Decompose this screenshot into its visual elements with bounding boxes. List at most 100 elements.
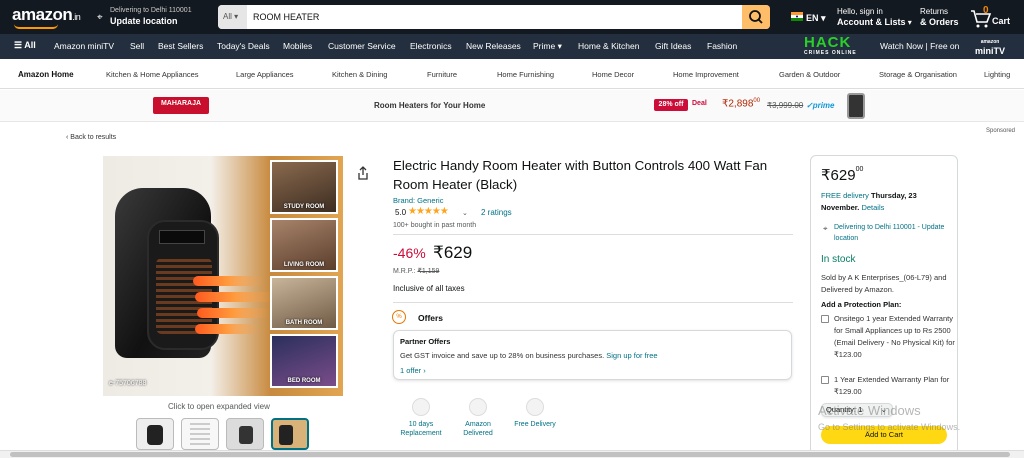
- hack-promo-logo[interactable]: HACK CRIMES ONLINE: [804, 35, 857, 56]
- partner-offers-text: Get GST invoice and save up to 28% on bu…: [400, 351, 658, 360]
- bought-count: 100+ bought in past month: [393, 222, 477, 229]
- category-subnav: Amazon Home Kitchen & Home Appliances La…: [0, 59, 1024, 89]
- nav-item-mobiles[interactable]: Mobiles: [283, 41, 312, 51]
- deliver-to[interactable]: Delivering to Delhi 110001 Update locati…: [110, 6, 192, 26]
- subnav-home-furnishing[interactable]: Home Furnishing: [497, 70, 554, 79]
- all-menu-button[interactable]: ☰ All: [14, 40, 36, 51]
- brand-link[interactable]: Brand: Generic: [393, 196, 443, 205]
- sponsored-banner[interactable]: MAHARAJA Room Heaters for Your Home 28% …: [0, 90, 1024, 122]
- truck-icon: [469, 398, 487, 416]
- nav-item-home-kitchen[interactable]: Home & Kitchen: [578, 41, 639, 51]
- account-lists[interactable]: Hello, sign in Account & Lists ▾: [837, 7, 912, 28]
- divider: [393, 234, 793, 235]
- cart-count: 0: [983, 5, 989, 16]
- signup-link[interactable]: Sign up for free: [606, 351, 657, 360]
- language-selector[interactable]: EN ▾: [806, 13, 826, 24]
- mrp-value: ₹1,159: [417, 268, 440, 275]
- thumbnail[interactable]: [226, 418, 264, 450]
- subnav-home-improvement[interactable]: Home Improvement: [673, 70, 739, 79]
- checkbox[interactable]: [821, 315, 829, 323]
- thumbnail[interactable]: [136, 418, 174, 450]
- room-label: BATH ROOM: [285, 320, 323, 326]
- thumbnail-selected[interactable]: [271, 418, 309, 450]
- search-input[interactable]: [247, 5, 742, 29]
- nav-item-fashion[interactable]: Fashion: [707, 41, 737, 51]
- returns-label: Returns: [920, 7, 949, 16]
- activate-subtitle: Go to Settings to activate Windows.: [818, 422, 961, 432]
- delivery-location-link[interactable]: ⌖ Delivering to Delhi 110001 - Update loc…: [823, 222, 953, 244]
- rating-value: 5.0: [395, 208, 407, 217]
- search-bar: All ▾: [218, 5, 770, 29]
- banner-product-image[interactable]: [847, 93, 865, 119]
- feature-amazon-delivered[interactable]: Amazon Delivered: [448, 398, 508, 438]
- details-link[interactable]: Details: [861, 203, 884, 212]
- subnav-lighting[interactable]: Lighting: [984, 70, 1010, 79]
- partner-offers-title: Partner Offers: [400, 337, 451, 346]
- search-category-select[interactable]: All ▾: [218, 5, 247, 29]
- subnav-garden-outdoor[interactable]: Garden & Outdoor: [779, 70, 840, 79]
- feature-replacement[interactable]: 10 days Replacement: [391, 398, 451, 438]
- nav-item-new-releases[interactable]: New Releases: [466, 41, 521, 51]
- product-main-image[interactable]: STUDY ROOM LIVING ROOM BATH ROOM BED ROO…: [103, 156, 343, 396]
- nav-item-best-sellers[interactable]: Best Sellers: [158, 41, 203, 51]
- amazon-logo[interactable]: amazon.in: [12, 5, 81, 25]
- back-to-results-link[interactable]: ‹ Back to results: [66, 134, 116, 141]
- nav-item-customer-service[interactable]: Customer Service: [328, 41, 396, 51]
- free-delivery-link[interactable]: FREE delivery: [821, 191, 869, 200]
- nav-item-todays-deals[interactable]: Today's Deals: [217, 41, 270, 51]
- chevron-down-icon[interactable]: ⌄: [462, 209, 468, 217]
- language-label: EN: [806, 13, 819, 23]
- heater-display: [159, 230, 205, 244]
- subnav-kitchen-home-appliances[interactable]: Kitchen & Home Appliances: [106, 70, 199, 79]
- delivery-info: FREE delivery Thursday, 23 November. Det…: [821, 190, 951, 214]
- nav-item-prime[interactable]: Prime ▾: [533, 41, 562, 52]
- subnav-storage-organisation[interactable]: Storage & Organisation: [879, 70, 957, 79]
- star-rating-icon[interactable]: ★★★★★: [408, 206, 449, 217]
- nav-item-prime-label: Prime: [533, 41, 556, 51]
- feature-line1: 10 days: [408, 421, 434, 428]
- replacement-icon: [412, 398, 430, 416]
- horizontal-scrollbar[interactable]: [0, 450, 1024, 458]
- ratings-count-link[interactable]: 2 ratings: [481, 208, 512, 217]
- logo-smile-icon: [14, 24, 58, 29]
- protection-plan-heading: Add a Protection Plan:: [821, 300, 902, 309]
- protection-plan-option[interactable]: 1 Year Extended Warranty Plan for ₹129.0…: [821, 374, 955, 398]
- partner-offers-card[interactable]: Partner Offers Get GST invoice and save …: [393, 330, 792, 380]
- logo-suffix: .in: [72, 12, 81, 22]
- subnav-large-appliances[interactable]: Large Appliances: [236, 70, 294, 79]
- cart-button[interactable]: 0 Cart: [970, 5, 1020, 30]
- search-button[interactable]: [742, 5, 770, 29]
- watch-now-link[interactable]: Watch Now | Free on: [880, 41, 959, 51]
- hack-subtitle: CRIMES ONLINE: [804, 50, 857, 56]
- orders-label: & Orders: [920, 17, 959, 27]
- seller-info: Sold by A K Enterprises_(06-L79) and Del…: [821, 273, 947, 294]
- subnav-amazon-home[interactable]: Amazon Home: [18, 70, 74, 79]
- subnav-furniture[interactable]: Furniture: [427, 70, 457, 79]
- subnav-kitchen-dining[interactable]: Kitchen & Dining: [332, 70, 387, 79]
- heat-wave: [195, 324, 259, 334]
- offer-count-link[interactable]: 1 offer ›: [400, 366, 426, 375]
- checkbox[interactable]: [821, 376, 829, 384]
- heat-wave: [197, 308, 269, 318]
- nav-item-minitv[interactable]: Amazon miniTV: [54, 41, 114, 51]
- subnav-home-decor[interactable]: Home Decor: [592, 70, 634, 79]
- nav-item-sell[interactable]: Sell: [130, 41, 144, 51]
- feature-line1: Free Delivery: [514, 421, 556, 428]
- offers-heading: Offers: [418, 313, 444, 323]
- partner-offers-desc: Get GST invoice and save up to 28% on bu…: [400, 351, 605, 360]
- nav-item-gift-ideas[interactable]: Gift Ideas: [655, 41, 691, 51]
- minitv-logo[interactable]: amazon miniTV: [975, 38, 1005, 56]
- main-nav: ☰ All Amazon miniTV Sell Best Sellers To…: [0, 34, 1024, 59]
- banner-mrp: ₹3,999.00: [767, 101, 804, 110]
- banner-price-whole: ₹2,898: [722, 98, 754, 110]
- sponsored-label: Sponsored: [986, 128, 1016, 134]
- thumbnail[interactable]: [181, 418, 219, 450]
- protection-plan-option[interactable]: Onsitego 1 year Extended Warranty for Sm…: [821, 313, 955, 361]
- scrollbar-thumb[interactable]: [10, 452, 1010, 457]
- offers-icon: %: [392, 310, 406, 324]
- activate-windows-watermark: Activate Windows Go to Settings to activa…: [818, 403, 960, 435]
- nav-item-electronics[interactable]: Electronics: [410, 41, 452, 51]
- share-icon[interactable]: [357, 166, 369, 180]
- returns-orders[interactable]: Returns & Orders: [920, 7, 959, 28]
- feature-free-delivery[interactable]: Free Delivery: [505, 398, 565, 429]
